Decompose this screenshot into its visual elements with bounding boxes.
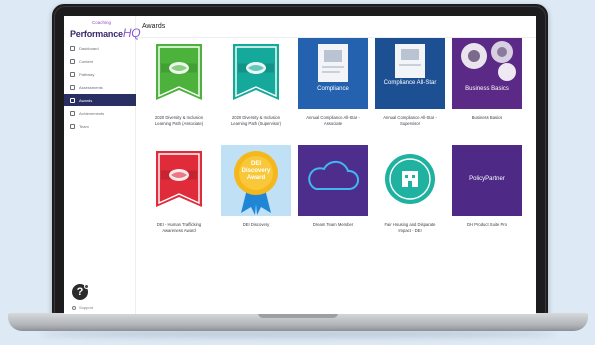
sidebar-item-achievements[interactable]: Achievements <box>64 107 136 119</box>
award-thumbnail <box>221 38 291 109</box>
team-icon <box>70 123 75 129</box>
award-thumbnail-text: Business Basics <box>465 86 509 92</box>
award-card[interactable]: 2020 Diversity & Inclusion Learning Path… <box>144 38 214 126</box>
award-thumbnail <box>375 145 445 216</box>
sidebar: Coaching PerformanceHQ Dashboard Content P… <box>64 16 141 314</box>
sidebar-item-label: Content <box>79 58 94 64</box>
user-icon <box>72 305 76 310</box>
award-card[interactable]: DEI - Human Trafficking Awareness Award <box>144 145 214 233</box>
award-caption: 2020 Diversity & Inclusion Learning Path… <box>154 115 204 126</box>
help-badge <box>84 284 89 289</box>
award-thumbnail: Compliance All-Star <box>375 38 445 109</box>
trophy-icon <box>70 110 75 116</box>
award-caption: DEI Discovery <box>242 222 270 227</box>
page-title: Awards <box>142 23 166 30</box>
award-thumbnail <box>298 145 368 216</box>
award-thumbnail <box>144 145 214 216</box>
award-card[interactable]: Dream Team Member <box>298 145 368 228</box>
award-thumbnail-text: Compliance <box>317 86 349 92</box>
sidebar-item-label: Achievements <box>79 110 105 116</box>
award-caption: Annual Compliance All-Star - Associate <box>306 115 360 126</box>
assessments-icon <box>70 84 75 90</box>
award-card[interactable]: Fair Housing and Disparate Impact - DEI <box>375 145 445 233</box>
award-thumbnail: PolicyPartner <box>452 145 522 216</box>
sidebar-item-content[interactable]: Content <box>64 55 136 67</box>
award-caption: Fair Housing and Disparate Impact - DEI <box>384 222 436 233</box>
sidebar-item-label: Pathway <box>79 71 95 77</box>
account-link[interactable]: Support <box>72 305 93 310</box>
logo-tagline: Coaching <box>92 20 112 25</box>
app-screen: Coaching PerformanceHQ Dashboard Content P… <box>64 16 536 314</box>
account-label: Support <box>79 305 94 310</box>
award-card[interactable]: PolicyPartner DH Product Suite Pro <box>452 145 522 228</box>
app-logo[interactable]: Coaching PerformanceHQ <box>70 20 141 44</box>
laptop-shadow <box>40 330 556 338</box>
award-thumbnail: Compliance <box>298 38 368 109</box>
sidebar-item-assessments[interactable]: Assessments <box>64 81 136 93</box>
award-caption: Dream Team Member <box>312 222 354 227</box>
award-thumbnail-text: Compliance All-Star <box>383 80 437 86</box>
dashboard-icon <box>70 45 75 51</box>
award-caption: DH Product Suite Pro <box>466 222 508 227</box>
award-caption: Business Basics <box>471 115 503 120</box>
logo-main-text: Performance <box>70 29 123 39</box>
sidebar-item-label: Assessments <box>79 84 103 90</box>
award-card[interactable]: Compliance Annual Compliance All-Star - A… <box>298 38 368 126</box>
award-card[interactable]: 2020 Diversity & Inclusion Learning Path… <box>221 38 291 126</box>
sidebar-item-team[interactable]: Team <box>64 120 136 132</box>
award-caption: 2020 Diversity & Inclusion Learning Path… <box>230 115 282 126</box>
awards-icon <box>70 97 75 103</box>
award-card[interactable]: DEI Discovery Award DEI Discovery <box>221 145 291 228</box>
award-caption: Annual Compliance All-Star - Supervisor <box>383 115 437 126</box>
pathway-icon <box>70 71 75 77</box>
sidebar-nav: Dashboard Content Pathway Assessments Awards… <box>64 42 136 133</box>
main-content: Awards 2020 Diversity & Inclusion Learni… <box>136 16 536 314</box>
award-thumbnail-text: DEI Discovery Award <box>241 161 271 181</box>
sidebar-item-pathway[interactable]: Pathway <box>64 68 136 80</box>
page-header: Awards <box>136 16 536 38</box>
award-card[interactable]: Business Basics Business Basics <box>452 38 522 121</box>
sidebar-item-awards[interactable]: Awards <box>64 94 136 106</box>
award-caption: DEI - Human Trafficking Awareness Award <box>156 222 202 233</box>
award-thumbnail: DEI Discovery Award <box>221 145 291 216</box>
sidebar-item-label: Dashboard <box>79 45 99 51</box>
award-thumbnail <box>144 38 214 109</box>
sidebar-item-dashboard[interactable]: Dashboard <box>64 42 136 54</box>
award-thumbnail-text: PolicyPartner <box>469 176 505 182</box>
award-card[interactable]: Compliance All-Star Annual Compliance All… <box>375 38 445 126</box>
award-thumbnail: Business Basics <box>452 38 522 109</box>
sidebar-item-label: Awards <box>79 97 93 103</box>
logo-wordmark: PerformanceHQ <box>70 26 141 40</box>
sidebar-item-label: Team <box>79 123 89 129</box>
content-icon <box>70 58 75 64</box>
